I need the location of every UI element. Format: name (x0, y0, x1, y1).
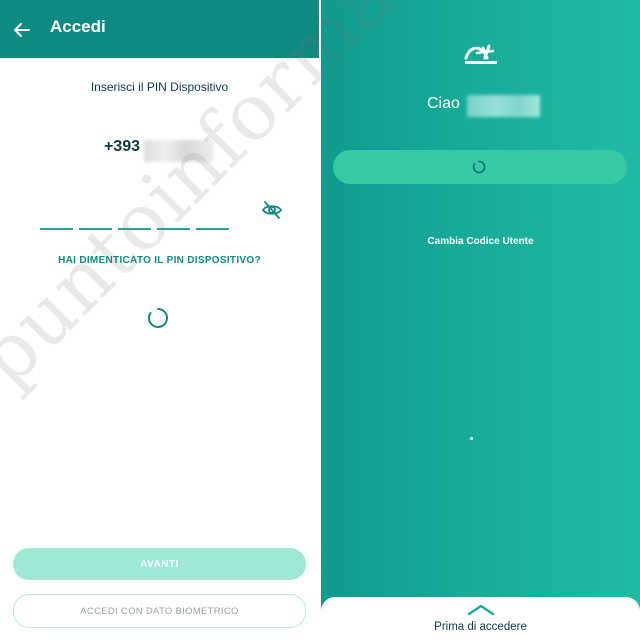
phone-redacted (144, 140, 214, 162)
spinner-icon (472, 160, 486, 174)
greeting: Ciao (427, 95, 540, 117)
chevron-up-icon[interactable] (467, 604, 495, 616)
phone-number: +393 (104, 138, 214, 162)
spinner-icon (148, 308, 168, 328)
pin-heading: Inserisci il PIN Dispositivo (90, 80, 229, 94)
pin-digit-slot[interactable] (196, 228, 229, 230)
forgot-pin-link[interactable]: HAI DIMENTICATO IL PIN DISPOSITIVO? (0, 255, 319, 266)
pin-digit-slot[interactable] (118, 228, 151, 230)
user-name-redacted (467, 95, 540, 117)
pin-input[interactable] (40, 228, 229, 230)
pin-login-screen: Accedi Inserisci il PIN Dispositivo +393… (0, 0, 319, 640)
credit-agricole-logo (464, 44, 497, 64)
next-button[interactable]: AVANTI (13, 548, 306, 580)
page-title: Accedi (50, 17, 106, 36)
change-user-code-link[interactable]: Cambia Codice Utente (321, 236, 640, 247)
eye-slash-icon[interactable] (260, 198, 284, 222)
sheet-label[interactable]: Prima di accedere (321, 621, 640, 633)
greeting-text: Ciao (427, 95, 460, 112)
pin-digit-slot[interactable] (79, 228, 112, 230)
pin-digit-slot[interactable] (157, 228, 190, 230)
app-header: Accedi (0, 0, 319, 58)
before-login-sheet[interactable]: Prima di accedere (321, 597, 640, 640)
page-dot (470, 437, 473, 440)
biometric-login-button[interactable]: ACCEDI CON DATO BIOMETRICO (13, 594, 306, 628)
phone-prefix: +393 (104, 138, 141, 155)
welcome-screen: Ciao Cambia Codice Utente Prima di acced… (321, 0, 640, 640)
pin-digit-slot[interactable] (40, 228, 73, 230)
arrow-left-icon[interactable] (12, 20, 32, 40)
